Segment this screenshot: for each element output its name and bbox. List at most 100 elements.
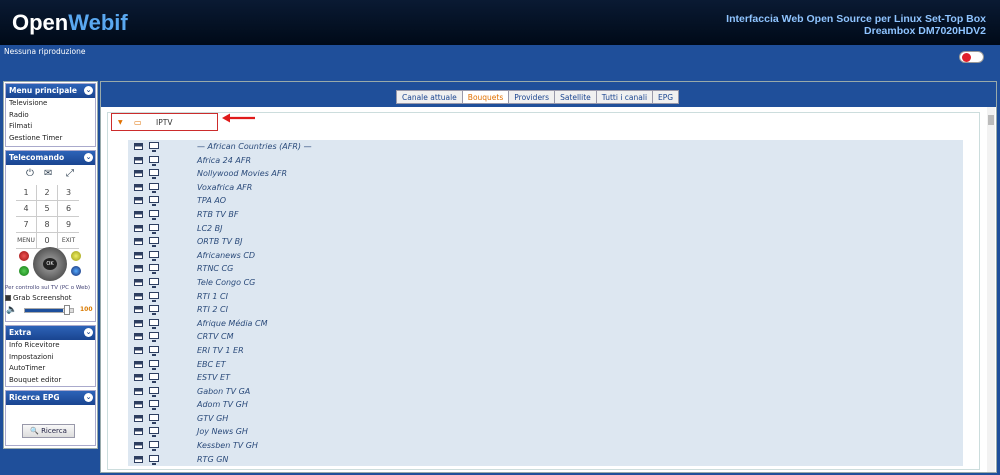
channel-row[interactable]: Gabon TV GA (128, 384, 963, 399)
epg-icon[interactable] (134, 306, 143, 314)
grab-screenshot-checkbox[interactable] (5, 295, 11, 301)
tv-icon[interactable] (149, 318, 159, 329)
epg-icon[interactable] (134, 292, 143, 300)
extras-header[interactable]: Extra ⌄ (6, 326, 95, 340)
tab-satellite[interactable]: Satellite (555, 90, 597, 104)
bouquet-row-iptv[interactable]: ▼ ▭ IPTV (111, 113, 218, 131)
channel-name[interactable]: RTI 2 CI (197, 305, 228, 314)
channel-row[interactable]: Adom TV GH (128, 398, 963, 412)
channel-name[interactable]: — African Countries (AFR) — (197, 142, 312, 151)
channel-row[interactable]: Africa 24 AFR (128, 153, 963, 168)
channel-name[interactable]: Afrique Média CM (197, 319, 267, 328)
key-3[interactable]: 3 (58, 185, 79, 201)
epg-icon[interactable] (134, 346, 143, 354)
menu-item-radio[interactable]: Radio (6, 110, 95, 122)
key-9[interactable]: 9 (58, 217, 79, 233)
chevron-down-icon[interactable]: ⌄ (84, 153, 93, 162)
channel-row[interactable]: Tele Congo CG (128, 275, 963, 290)
channel-row[interactable]: CRTV CM (128, 330, 963, 344)
tv-icon[interactable] (149, 454, 159, 465)
channel-row[interactable]: Afrique Média CM (128, 316, 963, 331)
channel-name[interactable]: ORTB TV BJ (197, 237, 243, 246)
channel-row[interactable]: RTNC CG (128, 262, 963, 276)
channel-name[interactable]: Gabon TV GA (197, 387, 250, 396)
chevron-down-icon[interactable]: ⌄ (84, 393, 93, 402)
epg-icon[interactable] (134, 143, 143, 150)
channel-name[interactable]: Tele Congo CG (197, 278, 255, 287)
channel-name[interactable]: Africa 24 AFR (197, 156, 251, 165)
channel-name[interactable]: Joy News GH (197, 427, 248, 436)
channel-name[interactable]: ERI TV 1 ER (197, 346, 244, 355)
key-menu[interactable]: MENU (16, 233, 37, 249)
volume-icon[interactable]: 🔈 (6, 305, 17, 315)
menu-item-televisione[interactable]: Televisione (6, 98, 95, 110)
channel-row[interactable]: RTB TV BF (128, 207, 963, 222)
tv-icon[interactable] (149, 359, 159, 370)
tv-icon[interactable] (149, 196, 159, 207)
menu-item-bouquet-editor[interactable]: Bouquet editor (6, 375, 95, 387)
epg-icon[interactable] (134, 442, 143, 450)
epg-icon[interactable] (134, 183, 143, 191)
channel-row[interactable]: RTG GN (128, 452, 963, 467)
menu-item-filmati[interactable]: Filmati (6, 121, 95, 133)
tv-icon[interactable] (149, 413, 159, 424)
epg-icon[interactable] (134, 333, 143, 341)
red-button[interactable] (19, 251, 29, 261)
ok-button[interactable]: OK (43, 258, 57, 270)
tv-icon[interactable] (149, 277, 159, 288)
epg-icon[interactable] (134, 156, 143, 164)
epg-icon[interactable] (134, 428, 143, 436)
channel-row[interactable]: ESTV ET (128, 371, 963, 385)
tv-icon[interactable] (149, 386, 159, 397)
key-exit[interactable]: EXIT (58, 233, 79, 249)
yellow-button[interactable] (71, 251, 81, 261)
channel-row[interactable]: EBC ET (128, 357, 963, 372)
epg-icon[interactable] (134, 374, 143, 382)
channel-name[interactable]: RTB TV BF (197, 210, 238, 219)
bouquet-name[interactable]: IPTV (156, 118, 172, 127)
tv-icon[interactable] (149, 264, 159, 275)
tv-icon[interactable] (149, 169, 159, 180)
power-icon[interactable]: ⏻ (26, 168, 34, 179)
epg-icon[interactable] (134, 278, 143, 286)
tv-icon[interactable] (149, 345, 159, 356)
channel-row[interactable]: Voxafrica AFR (128, 180, 963, 195)
key-6[interactable]: 6 (58, 201, 79, 217)
chevron-down-icon[interactable]: ⌄ (84, 86, 93, 95)
tab-tutti-i-canali[interactable]: Tutti i canali (596, 90, 654, 104)
chevron-down-icon[interactable]: ⌄ (84, 328, 93, 337)
channel-row[interactable]: RTI 1 CI (128, 289, 963, 304)
key-2[interactable]: 2 (37, 185, 58, 201)
tab-providers[interactable]: Providers (509, 90, 556, 104)
epg-icon[interactable] (134, 224, 143, 232)
channel-name[interactable]: Adom TV GH (197, 400, 248, 409)
tv-icon[interactable] (149, 237, 159, 248)
channel-name[interactable]: RTG GN (197, 455, 228, 464)
epg-icon[interactable] (134, 197, 143, 205)
channel-row[interactable]: RTI 2 CI (128, 303, 963, 317)
main-menu-header[interactable]: Menu principale ⌄ (6, 84, 95, 98)
channel-name[interactable]: Nollywood Movies AFR (197, 169, 287, 178)
tv-icon[interactable] (149, 250, 159, 261)
tv-icon[interactable] (149, 332, 159, 343)
key-7[interactable]: 7 (16, 217, 37, 233)
channel-name[interactable]: TPA AO (197, 196, 226, 205)
key-1[interactable]: 1 (16, 185, 37, 201)
tv-icon[interactable] (149, 155, 159, 166)
green-button[interactable] (19, 266, 29, 276)
blue-button[interactable] (71, 266, 81, 276)
remote-header[interactable]: Telecomando ⌄ (6, 151, 95, 165)
tab-epg[interactable]: EPG (653, 90, 680, 104)
menu-item-gestione-timer[interactable]: Gestione Timer (6, 133, 95, 145)
channel-row[interactable]: Africanews CD (128, 248, 963, 263)
channel-name[interactable]: LC2 BJ (197, 224, 223, 233)
channel-row[interactable]: ERI TV 1 ER (128, 343, 963, 358)
channel-row[interactable]: Joy News GH (128, 425, 963, 440)
epg-icon[interactable] (134, 238, 143, 246)
epg-icon[interactable] (134, 360, 143, 368)
channel-row[interactable]: Kessben TV GH (128, 439, 963, 453)
epg-icon[interactable] (134, 210, 143, 218)
tv-icon[interactable] (149, 373, 159, 384)
menu-item-autotimer[interactable]: AutoTimer (6, 363, 95, 375)
channel-name[interactable]: RTI 1 CI (197, 292, 228, 301)
